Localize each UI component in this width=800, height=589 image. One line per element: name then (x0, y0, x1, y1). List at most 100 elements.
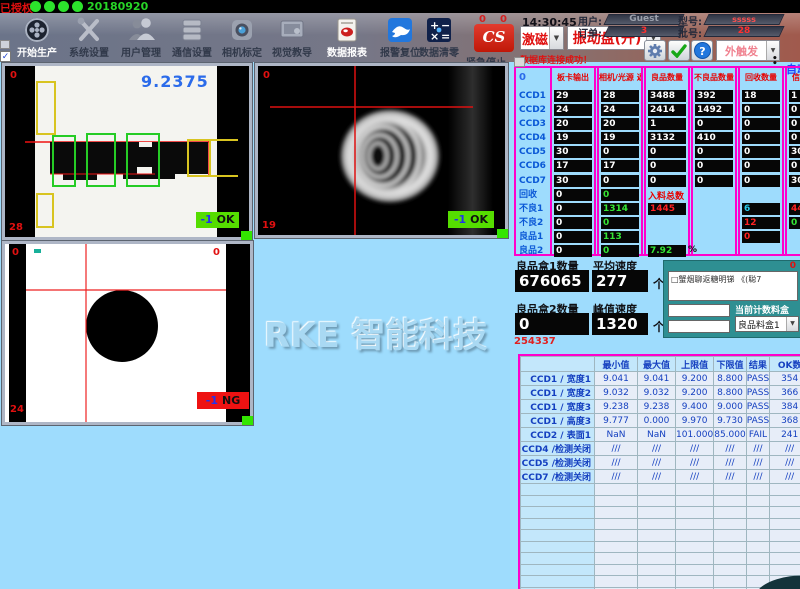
camera-view-1[interactable]: 0 9.2375 28 -1OK (2, 63, 252, 240)
vision-teach-button[interactable]: 视觉教导 (264, 14, 320, 61)
camera3-result-badge: -1NG (197, 392, 249, 409)
chevron-down-icon[interactable]: ▼ (786, 317, 798, 331)
measure-table-body: 最小值最大值上限值下限值结果OK数CCD1 / 宽度19.0419.0419.2… (521, 357, 800, 589)
gear-icon (647, 43, 663, 59)
total-count-text: 254337 (514, 336, 556, 347)
data-report-button[interactable]: 数据报表 (318, 14, 376, 61)
table-row: CCD1 / 宽度19.0419.0419.2008.800PASS354 (521, 372, 800, 386)
measure-cell (676, 576, 714, 588)
question-icon: ? (694, 42, 711, 59)
measure-cell: PASS (746, 386, 769, 400)
measure-cell (746, 553, 769, 565)
settings-gear-button[interactable] (644, 40, 666, 61)
comm-settings-button[interactable]: 通信设置 (164, 14, 220, 61)
box1-count-value: 676065 (515, 270, 589, 292)
signal-value-box: 392 (695, 90, 733, 102)
counter-input-1[interactable] (668, 304, 730, 317)
measure-cell: /// (638, 456, 676, 470)
measure-cell (714, 576, 747, 588)
measure-row-label (521, 576, 595, 588)
user-management-button[interactable]: 用户管理 (112, 14, 170, 61)
camera2-status-square (497, 229, 508, 238)
signal-value-box: 0 (601, 175, 639, 187)
signal-value-box: 0 (742, 146, 780, 158)
svg-text:=: = (441, 30, 450, 43)
order-value: 3 (606, 26, 682, 37)
measure-cell: /// (595, 442, 638, 456)
trigger-dropdown[interactable]: 外触发 ▼ (716, 40, 780, 61)
measure-cell (676, 495, 714, 507)
emergency-stop-button[interactable]: CS (474, 24, 514, 52)
data-clear-button[interactable]: +−×= 数据清零 (414, 14, 464, 61)
signal-value-box: 0 (789, 160, 800, 172)
table-row (521, 553, 800, 565)
camera1-status-square (241, 231, 252, 240)
help-button[interactable]: ? (691, 40, 713, 61)
measure-cell (638, 553, 676, 565)
measure-row-label: CCD1 / 高度3 (521, 414, 595, 428)
signal-value-box: 18 (742, 90, 780, 102)
measure-cell (638, 518, 676, 530)
signal-column-3: 良品数量3488241413132000入料总数14457.92% (644, 68, 690, 254)
measure-row-label (521, 541, 595, 553)
measure-cell: 241 (770, 428, 800, 442)
signal-cell: 0 (552, 188, 594, 202)
measure-cell (638, 541, 676, 553)
bird-icon (385, 16, 415, 44)
camera-calibration-button[interactable]: 相机标定 (214, 14, 270, 61)
counter-input-2[interactable] (668, 320, 730, 333)
measure-cell: 9.032 (638, 386, 676, 400)
measure-cell (770, 484, 800, 496)
measure-column-header: 上限值 (676, 357, 714, 372)
system-settings-button[interactable]: 系统设置 (60, 14, 118, 61)
table-row (521, 541, 800, 553)
signal-value-box: 0 (648, 146, 686, 158)
signal-cell: 392 (693, 89, 735, 103)
measure-row-label: CCD5 /检测关闭 (521, 456, 595, 470)
measure-cell: /// (746, 470, 769, 484)
signal-column-header: 不良品数量 (693, 68, 735, 89)
signal-value-box: 30 (554, 175, 592, 187)
table-resize-handle[interactable] (514, 57, 525, 67)
signal-cell: 24 (599, 103, 641, 117)
signal-cell: 0 (787, 216, 800, 230)
measure-cell (638, 495, 676, 507)
camera-view-2[interactable]: 0 19 -1OK (255, 63, 508, 238)
signal-row-label: CCD3 (516, 117, 550, 131)
confirm-check-button[interactable] (668, 40, 690, 61)
signal-cell: 0 (552, 230, 594, 244)
button-label: 数据清零 (414, 44, 464, 59)
measure-cell: 9.000 (714, 400, 747, 414)
signal-cell: 0 (787, 117, 800, 131)
signal-value-box: 2414 (648, 104, 686, 116)
current-box-select[interactable]: 良品料盒1 ▼ (735, 316, 799, 332)
table-row (521, 507, 800, 519)
signal-cell: 0 (599, 188, 641, 202)
demag-value: 激磁 (521, 29, 549, 48)
status-dot (30, 1, 41, 12)
signal-value-box: 0 (695, 160, 733, 172)
demag-dropdown[interactable]: 激磁 ▼ (520, 26, 564, 50)
button-label: 相机标定 (214, 44, 270, 59)
measure-cell: 101.000 (676, 428, 714, 442)
signal-cell: 0 (740, 117, 782, 131)
signal-row-label: 不良2 (516, 216, 550, 230)
report-document-icon (332, 16, 362, 44)
table-row: CCD2 / 表面1NaNNaN101.00085.000FAIL241 (521, 428, 800, 442)
measure-cell: /// (746, 442, 769, 456)
measure-cell: 9.238 (595, 400, 638, 414)
signal-row-label: CCD2 (516, 103, 550, 117)
signal-cell: 3132 (646, 131, 688, 145)
camera-view-3[interactable]: 0 0 24 -1NG (2, 241, 253, 425)
box2-count-value: 0 (515, 313, 589, 335)
start-production-button[interactable]: 开始生产 (8, 14, 66, 61)
signal-value-box: 0 (742, 160, 780, 172)
measure-table: 最小值最大值上限值下限值结果OK数CCD1 / 宽度19.0419.0419.2… (518, 354, 800, 589)
message-box[interactable]: □蟹烟聊返糖明锑 《(聪7 (668, 271, 798, 301)
measure-cell (595, 553, 638, 565)
measure-cell: /// (595, 456, 638, 470)
measure-cell (770, 507, 800, 519)
chevron-down-icon[interactable]: ▼ (549, 27, 563, 49)
signal-value-box: 0 (742, 132, 780, 144)
measure-cell: 9.200 (676, 372, 714, 386)
